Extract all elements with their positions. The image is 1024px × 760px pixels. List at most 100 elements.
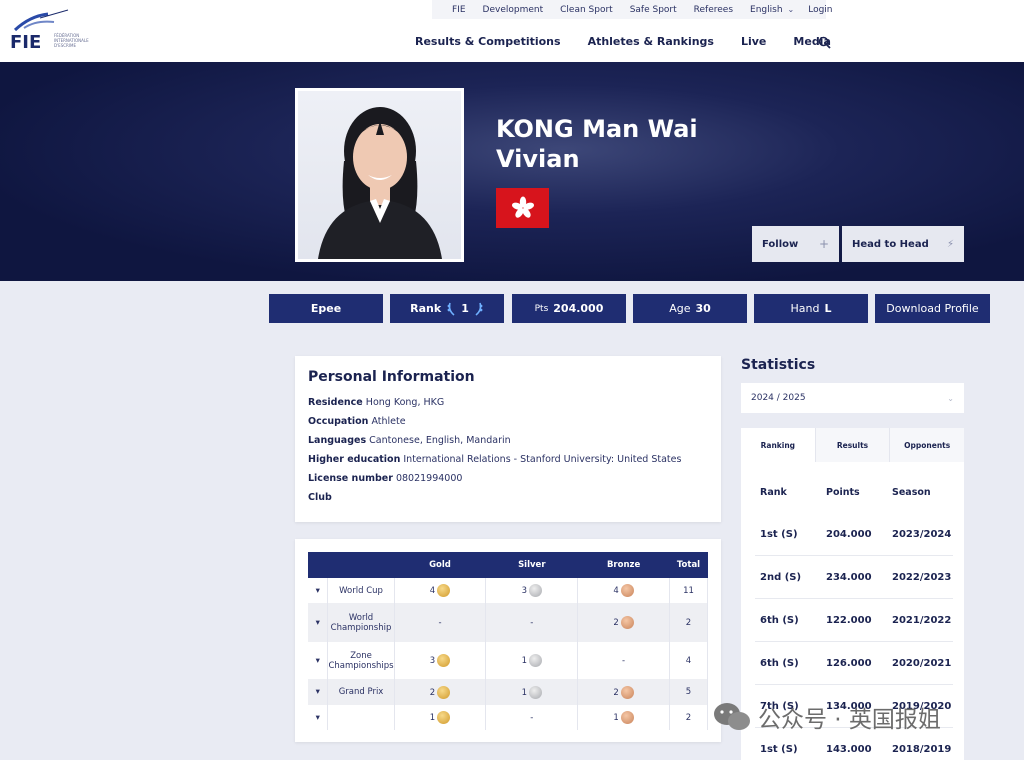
table-row[interactable]: ▾ World Cup 4 3 4 11 (308, 578, 708, 603)
expand-toggle-icon[interactable]: ▾ (308, 642, 329, 679)
hand-label: Hand (790, 302, 820, 315)
header-total: Total (669, 552, 708, 578)
tab-results[interactable]: Results (814, 428, 890, 462)
expand-toggle-icon[interactable]: ▾ (308, 578, 329, 603)
topnav-clean-sport[interactable]: Clean Sport (560, 5, 613, 15)
nav-results-competitions[interactable]: Results & Competitions (415, 35, 561, 48)
rank-cell: 1st (S) (760, 744, 798, 755)
nav-live[interactable]: Live (741, 35, 766, 48)
season-cell: 2023/2024 (892, 529, 952, 540)
rank-label: Rank (410, 302, 442, 315)
season-cell: 2018/2019 (892, 744, 952, 755)
total-cell: 11 (669, 578, 708, 603)
search-icon[interactable] (818, 36, 831, 49)
rank-value: 1 (461, 302, 469, 315)
header-gold: Gold (394, 552, 486, 578)
wechat-icon (714, 703, 750, 730)
athlete-portrait-icon (318, 107, 442, 259)
topnav-fie[interactable]: FIE (452, 5, 466, 15)
gold-medal-icon (437, 685, 451, 699)
topnav-safe-sport[interactable]: Safe Sport (630, 5, 677, 15)
nav-athletes-rankings[interactable]: Athletes & Rankings (588, 35, 714, 48)
main-nav: Results & Competitions Athletes & Rankin… (415, 35, 831, 48)
event-name: Grand Prix (327, 679, 395, 705)
header-bronze: Bronze (577, 552, 670, 578)
silver-cell: 1 (485, 679, 579, 705)
expand-toggle-icon[interactable]: ▾ (308, 705, 329, 730)
silver-cell: 3 (485, 578, 579, 603)
medals-table: Gold Silver Bronze Total ▾ World Cup 4 3… (308, 552, 708, 730)
personal-info-title: Personal Information (308, 369, 475, 385)
gold-cell: 3 (394, 642, 487, 679)
season-select[interactable]: 2024 / 2025 ⌄ (741, 383, 964, 413)
head-to-head-button[interactable]: Head to Head ⚡ (842, 226, 964, 262)
bronze-cell: 1 (577, 705, 670, 730)
silver-medal-icon (529, 654, 542, 667)
topnav-language[interactable]: English (750, 5, 783, 15)
topnav-referees[interactable]: Referees (694, 5, 733, 15)
club-row: Club (308, 492, 332, 503)
points-value: 204.000 (553, 302, 604, 315)
silver-cell: - (485, 603, 579, 642)
event-name: World Championship (327, 603, 395, 642)
hong-kong-flag-icon (496, 188, 549, 228)
season-cell: 2020/2021 (892, 658, 952, 669)
table-row: 6th (S) 122.000 2021/2022 (755, 599, 953, 642)
bronze-cell: 2 (577, 679, 670, 705)
gold-cell: 2 (394, 679, 487, 705)
silver-cell: 1 (485, 642, 579, 679)
education-value: International Relations - Stanford Unive… (403, 454, 682, 465)
statistics-title: Statistics (741, 357, 816, 373)
logo-text: FIE (10, 32, 42, 53)
table-row[interactable]: ▾ Zone Championships 3 1 - 4 (308, 642, 708, 679)
medals-card: Gold Silver Bronze Total ▾ World Cup 4 3… (295, 539, 721, 742)
athlete-photo (295, 88, 464, 262)
watermark-text: 公众号 · 英国报姐 (758, 707, 941, 733)
weapon-value: Epee (310, 302, 342, 315)
tab-ranking[interactable]: Ranking (741, 428, 815, 462)
download-profile-button[interactable]: Download Profile (875, 294, 990, 323)
points-cell: 204.000 (826, 529, 872, 540)
bronze-cell: 2 (577, 603, 670, 642)
points-cell: 122.000 (826, 615, 872, 626)
athlete-name: KONG Man Wai Vivian (496, 114, 698, 174)
weapon-badge: Epee (269, 294, 383, 323)
expand-toggle-icon[interactable]: ▾ (308, 679, 329, 705)
points-label: Pts (534, 303, 549, 314)
personal-info-card: Personal Information Residence Hong Kong… (295, 356, 721, 522)
bronze-cell: 4 (577, 578, 670, 603)
tab-opponents[interactable]: Opponents (889, 428, 965, 462)
age-value: 30 (695, 302, 711, 315)
languages-row: Languages Cantonese, English, Mandarin (308, 435, 511, 446)
table-row[interactable]: ▾ World Championship - - 2 2 (308, 603, 708, 642)
season-cell: 2021/2022 (892, 615, 952, 626)
hand-badge: Hand L (754, 294, 868, 323)
chevron-down-icon[interactable]: ⌄ (788, 5, 795, 14)
bauhinia-icon (511, 196, 534, 218)
table-row: 2nd (S) 234.000 2022/2023 (755, 556, 953, 599)
age-label: Age (669, 302, 691, 315)
gold-medal-icon (437, 584, 451, 597)
table-row[interactable]: ▾ Grand Prix 2 1 2 5 (308, 679, 708, 705)
event-name: Zone Championships (327, 642, 395, 679)
laurel-left-icon (447, 302, 455, 316)
silver-medal-icon (529, 685, 542, 699)
table-row[interactable]: ▾ 1 - 1 2 (308, 705, 708, 730)
bronze-medal-icon (620, 711, 634, 724)
rank-cell: 1st (S) (760, 529, 798, 540)
expand-toggle-icon[interactable]: ▾ (308, 603, 329, 642)
table-row: 1st (S) 204.000 2023/2024 (755, 513, 953, 556)
head-to-head-label: Head to Head (852, 238, 929, 250)
total-cell: 2 (669, 603, 708, 642)
topnav-development[interactable]: Development (483, 5, 544, 15)
topnav-login[interactable]: Login (808, 5, 832, 15)
license-value: 08021994000 (395, 473, 463, 484)
rank-cell: 2nd (S) (760, 572, 802, 583)
gold-cell: 1 (394, 705, 487, 730)
table-row: 6th (S) 126.000 2020/2021 (755, 642, 953, 685)
athlete-name-line1: KONG Man Wai (496, 115, 698, 143)
silver-medal-icon (529, 584, 542, 597)
residence-label: Residence (308, 397, 363, 408)
follow-button[interactable]: Follow + (752, 226, 839, 262)
rank-cell: 6th (S) (760, 658, 799, 669)
